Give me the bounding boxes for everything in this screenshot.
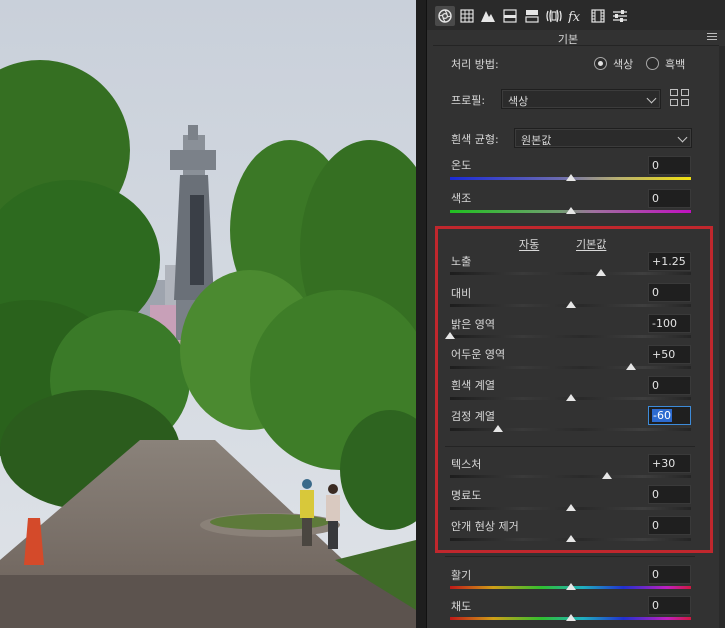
- default-link[interactable]: 기본값: [576, 236, 606, 252]
- tint-value[interactable]: 0: [648, 189, 691, 208]
- shadows-slider[interactable]: [450, 366, 691, 369]
- mountain-icon: [481, 11, 495, 22]
- texture-slider[interactable]: [450, 475, 691, 478]
- shadows-slider-thumb[interactable]: [625, 363, 636, 370]
- panel-scrollbar[interactable]: [719, 46, 725, 628]
- aperture-icon: [438, 9, 452, 23]
- highlights-label: 밝은 영역: [451, 318, 495, 331]
- contrast-label: 대비: [451, 287, 472, 300]
- clarity-slider-thumb[interactable]: [565, 504, 576, 511]
- treatment-bw-radio[interactable]: [646, 57, 659, 70]
- panel-gutter: [416, 0, 426, 628]
- photo-image: [0, 0, 416, 628]
- shadows-label: 어두운 영역: [451, 348, 506, 361]
- vibrance-slider-thumb[interactable]: [565, 583, 576, 590]
- saturation-slider-thumb[interactable]: [565, 614, 576, 621]
- saturation-label: 채도: [451, 600, 472, 613]
- tab-split-toning[interactable]: [522, 6, 542, 26]
- hsl-icon: [503, 9, 517, 23]
- temp-slider-thumb[interactable]: [565, 174, 576, 181]
- panel-menu-icon[interactable]: [707, 33, 717, 42]
- clarity-value[interactable]: 0: [648, 485, 691, 504]
- profile-select[interactable]: 색상: [501, 89, 661, 109]
- vibrance-value[interactable]: 0: [648, 565, 691, 584]
- section-divider: [445, 556, 695, 557]
- dehaze-slider-thumb[interactable]: [565, 535, 576, 542]
- tab-detail[interactable]: [478, 6, 498, 26]
- white-balance-label: 흰색 균형:: [451, 133, 499, 146]
- exposure-label: 노출: [451, 255, 472, 268]
- exposure-slider-thumb[interactable]: [595, 269, 606, 276]
- whites-slider-thumb[interactable]: [565, 394, 576, 401]
- tab-tone-curve[interactable]: [457, 6, 477, 26]
- profile-value: 색상: [508, 95, 529, 108]
- contrast-value[interactable]: 0: [648, 283, 691, 302]
- texture-value[interactable]: +30: [648, 454, 691, 473]
- section-divider: [445, 226, 695, 227]
- texture-slider-thumb[interactable]: [601, 472, 612, 479]
- chevron-down-icon: [677, 132, 688, 143]
- blacks-value-text: -60: [652, 409, 672, 422]
- exposure-value[interactable]: +1.25: [648, 252, 691, 271]
- tab-effects[interactable]: fx: [566, 6, 586, 26]
- fx-icon: fx: [568, 10, 581, 23]
- temp-label: 온도: [451, 159, 472, 172]
- white-balance-value: 원본값: [521, 134, 552, 147]
- lens-icon: [546, 9, 562, 23]
- tab-lens[interactable]: [544, 6, 564, 26]
- highlights-slider[interactable]: [450, 335, 691, 338]
- highlights-slider-thumb[interactable]: [445, 332, 455, 339]
- tint-slider-thumb[interactable]: [565, 207, 576, 214]
- tab-basic[interactable]: [435, 6, 455, 26]
- white-balance-select[interactable]: 원본값: [514, 128, 692, 148]
- treatment-color-label: 색상: [613, 58, 634, 71]
- panel-tab-bar: fx: [427, 0, 725, 30]
- grid-icon: [460, 9, 474, 23]
- develop-panel: fx 기본 처리 방법: 색상 흑백 프로필: 색상 흰색 균형: 원본값 온도…: [427, 0, 725, 628]
- tab-presets[interactable]: [610, 6, 630, 26]
- dehaze-value[interactable]: 0: [648, 516, 691, 535]
- section-title: 기본: [557, 33, 579, 46]
- treatment-bw-label: 흑백: [665, 58, 686, 71]
- blacks-label: 검정 계열: [451, 410, 495, 423]
- photo-preview[interactable]: [0, 0, 416, 628]
- whites-value[interactable]: 0: [648, 376, 691, 395]
- temp-value[interactable]: 0: [648, 156, 691, 175]
- blacks-slider[interactable]: [450, 428, 691, 431]
- texture-label: 텍스처: [451, 458, 482, 471]
- treatment-label: 처리 방법:: [451, 58, 499, 71]
- tab-calibration[interactable]: [588, 6, 608, 26]
- auto-link[interactable]: 자동: [519, 236, 539, 252]
- clarity-label: 명료도: [451, 489, 482, 502]
- exposure-slider[interactable]: [450, 272, 691, 275]
- saturation-value[interactable]: 0: [648, 596, 691, 615]
- contrast-slider-thumb[interactable]: [565, 301, 576, 308]
- chevron-down-icon: [646, 93, 657, 104]
- split-icon: [525, 10, 539, 23]
- profile-label: 프로필:: [451, 94, 486, 107]
- whites-label: 흰색 계열: [451, 379, 495, 392]
- section-divider: [445, 446, 695, 447]
- tab-hsl[interactable]: [500, 6, 520, 26]
- tint-label: 색조: [451, 192, 472, 205]
- sliders-icon: [613, 10, 627, 22]
- blacks-value[interactable]: -60: [648, 406, 691, 425]
- svg-text:fx: fx: [568, 10, 581, 23]
- film-icon: [591, 9, 605, 23]
- blacks-slider-thumb[interactable]: [493, 425, 504, 432]
- vibrance-label: 활기: [451, 569, 472, 582]
- highlights-value[interactable]: -100: [648, 314, 691, 333]
- shadows-value[interactable]: +50: [648, 345, 691, 364]
- dehaze-label: 안개 현상 제거: [451, 520, 519, 533]
- profile-browser-icon[interactable]: [670, 89, 690, 107]
- basic-section-header[interactable]: 기본: [433, 30, 719, 46]
- treatment-color-radio[interactable]: [594, 57, 607, 70]
